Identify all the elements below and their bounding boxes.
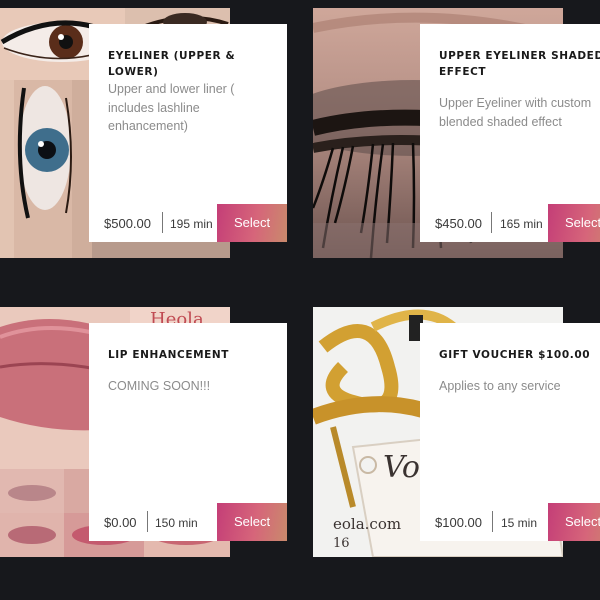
service-footer: $0.00 150 min Select [89,503,287,541]
service-title: UPPER EYELINER SHADED EFFECT [439,50,600,78]
service-title: LIP ENHANCEMENT [108,349,230,361]
service-card-shaded-eyeliner: UPPER EYELINER SHADED EFFECT Upper Eyeli… [420,24,600,242]
svg-text:16: 16 [333,536,350,551]
divider [162,212,163,233]
divider [491,212,492,233]
select-button[interactable]: Select [548,204,600,242]
service-card-lip-enhancement: LIP ENHANCEMENT COMING SOON!!! $0.00 150… [89,323,287,541]
service-duration: 195 min [170,217,213,231]
divider [492,511,493,532]
service-duration: 15 min [501,516,538,530]
service-price: $0.00 [104,515,137,530]
select-button[interactable]: Select [217,503,287,541]
service-price: $500.00 [104,216,151,231]
service-footer: $450.00 165 min Select [420,204,600,242]
service-price: $450.00 [435,216,482,231]
service-card-gift-voucher: GIFT VOUCHER $100.00 Applies to any serv… [420,323,600,541]
service-duration: 150 min [155,516,198,530]
service-description: Upper Eyeliner with custom blended shade… [439,96,592,129]
service-title: EYELINER (UPPER & LOWER) [108,50,236,78]
service-description: COMING SOON!!! [108,379,211,393]
service-description: Upper and lower liner ( includes lashlin… [108,82,235,133]
svg-text:eola.com: eola.com [333,515,401,533]
divider [147,511,148,532]
select-button[interactable]: Select [217,204,287,242]
service-description: Applies to any service [439,379,561,393]
service-duration: 165 min [500,217,543,231]
service-title: GIFT VOUCHER $100.00 [439,349,591,361]
service-price: $100.00 [435,515,482,530]
service-card-eyeliner: EYELINER (UPPER & LOWER) Upper and lower… [89,24,287,242]
select-button[interactable]: Select [548,503,600,541]
service-footer: $100.00 15 min Select [420,503,600,541]
service-footer: $500.00 195 min Select [89,204,287,242]
